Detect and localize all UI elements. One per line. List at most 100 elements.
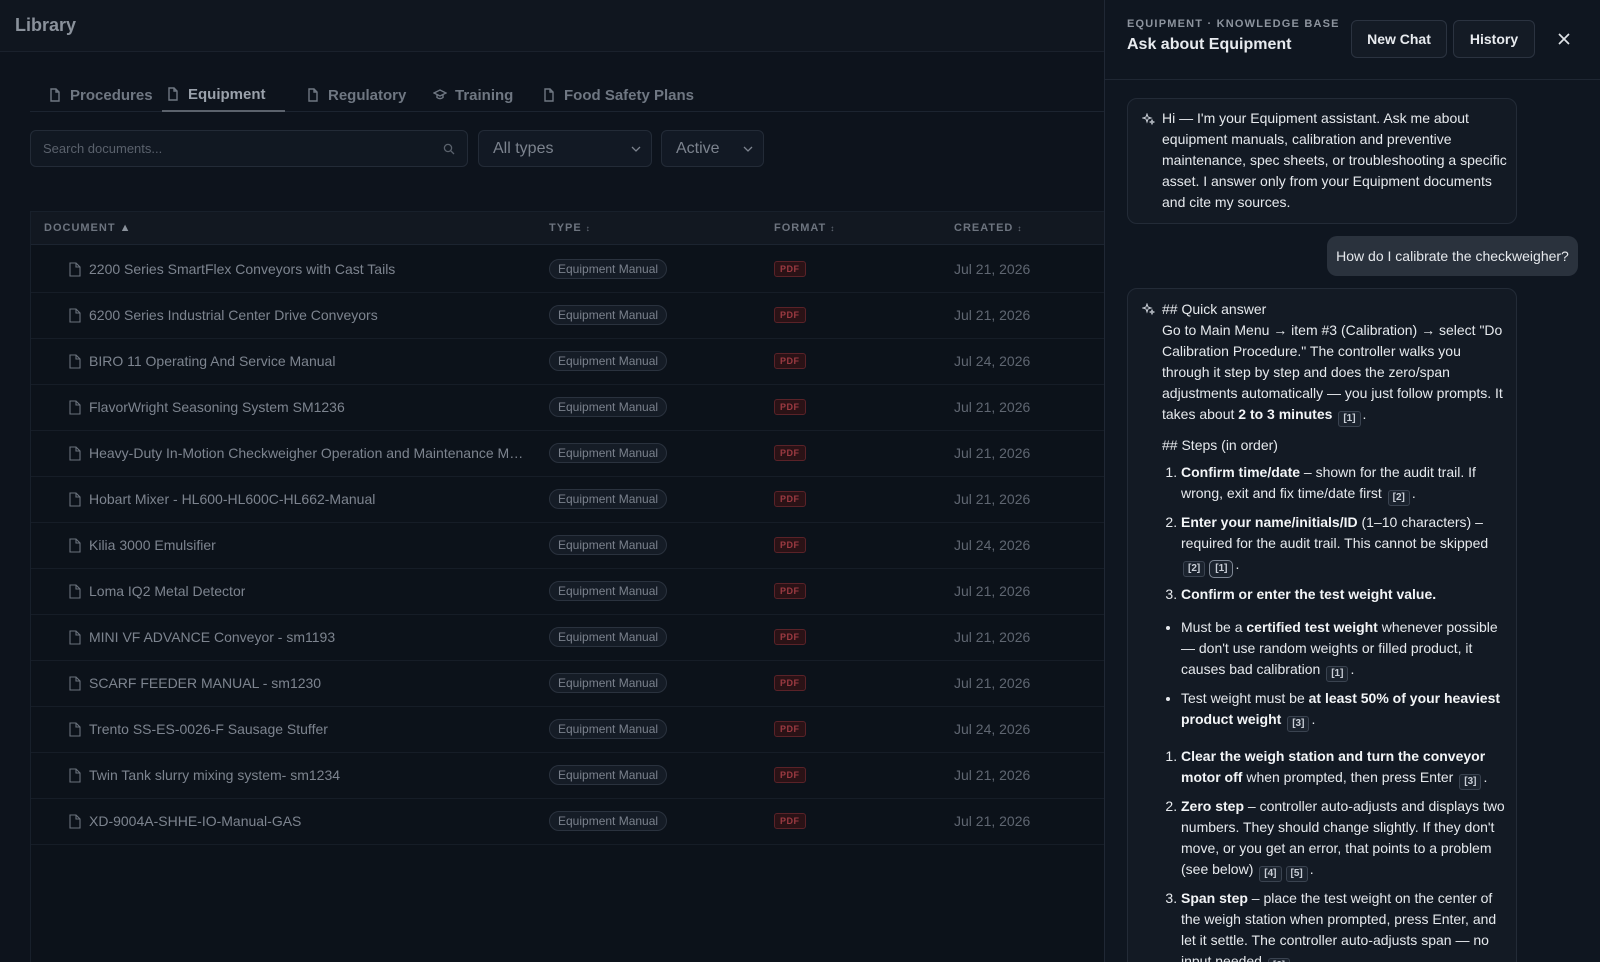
- tab-procedures[interactable]: Procedures: [44, 78, 157, 112]
- citation[interactable]: [3]: [1287, 716, 1310, 732]
- created-date: Jul 21, 2026: [954, 813, 1031, 829]
- tab-training[interactable]: Training: [429, 78, 517, 112]
- table-row[interactable]: XD-9004A-SHHE-IO-Manual-GAS Equipment Man…: [31, 798, 1104, 845]
- item-text: Test weight must be: [1181, 690, 1309, 706]
- document-name[interactable]: Loma IQ2 Metal Detector: [89, 583, 245, 599]
- table-row[interactable]: Kilia 3000 Emulsifier Equipment Manual PDF…: [31, 522, 1104, 569]
- sort-icon: ↕: [1017, 223, 1023, 233]
- status-filter-select[interactable]: Active: [661, 130, 764, 167]
- item-bold: Confirm or enter the test weight value.: [1181, 586, 1437, 602]
- column-header-created[interactable]: CREATED ↕: [954, 222, 1022, 234]
- document-name[interactable]: FlavorWright Seasoning System SM1236: [89, 399, 345, 415]
- table-row[interactable]: SCARF FEEDER MANUAL - sm1230 Equipment Ma…: [31, 660, 1104, 707]
- document-name[interactable]: SCARF FEEDER MANUAL - sm1230: [89, 675, 321, 691]
- table-row[interactable]: MINI VF ADVANCE Conveyor - sm1193 Equipme…: [31, 614, 1104, 661]
- tab-bar: Procedures Equipment Regulatory Training…: [30, 78, 1104, 112]
- table-row[interactable]: Twin Tank slurry mixing system- sm1234 Eq…: [31, 752, 1104, 799]
- item-text: Must be a: [1181, 619, 1247, 635]
- item-bold: Confirm time/date: [1181, 464, 1301, 480]
- table-row[interactable]: Hobart Mixer - HL600-HL600C-HL662-Manual…: [31, 476, 1104, 523]
- table-row[interactable]: Heavy-Duty In-Motion Checkweigher Operat…: [31, 430, 1104, 477]
- type-badge: Equipment Manual: [549, 259, 668, 279]
- citation[interactable]: [6]: [1267, 958, 1291, 962]
- document-name[interactable]: Twin Tank slurry mixing system- sm1234: [89, 767, 340, 783]
- table-row[interactable]: BIRO 11 Operating And Service Manual Equi…: [31, 338, 1104, 385]
- tab-food-safety-plans[interactable]: Food Safety Plans: [538, 78, 698, 112]
- created-date: Jul 21, 2026: [954, 261, 1031, 277]
- column-header-document[interactable]: DOCUMENT ▲: [44, 222, 131, 234]
- format-badge: PDF: [774, 767, 806, 783]
- new-chat-button[interactable]: New Chat: [1351, 20, 1447, 58]
- assistant-greeting-message: Hi — I'm your Equipment assistant. Ask m…: [1127, 98, 1517, 224]
- steps-list: Clear the weigh station and turn the con…: [1162, 746, 1510, 962]
- file-icon: [69, 630, 81, 645]
- created-date: Jul 21, 2026: [954, 583, 1031, 599]
- format-badge: PDF: [774, 261, 806, 277]
- tab-equipment[interactable]: Equipment: [162, 78, 285, 112]
- created-date: Jul 21, 2026: [954, 767, 1031, 783]
- citation[interactable]: [1]: [1209, 560, 1234, 578]
- document-name[interactable]: Kilia 3000 Emulsifier: [89, 537, 216, 553]
- format-badge: PDF: [774, 537, 806, 553]
- type-filter-value: All types: [493, 139, 554, 157]
- type-badge: Equipment Manual: [549, 535, 668, 555]
- citation[interactable]: [5]: [1285, 866, 1308, 882]
- format-badge: PDF: [774, 399, 806, 415]
- table-row[interactable]: 2200 Series SmartFlex Conveyors with Cas…: [31, 246, 1104, 293]
- table-row[interactable]: FlavorWright Seasoning System SM1236 Equi…: [31, 384, 1104, 431]
- document-name[interactable]: Hobart Mixer - HL600-HL600C-HL662-Manual: [89, 491, 375, 507]
- document-icon: [544, 88, 554, 102]
- format-badge: PDF: [774, 491, 806, 507]
- type-badge: Equipment Manual: [549, 351, 668, 371]
- document-name[interactable]: MINI VF ADVANCE Conveyor - sm1193: [89, 629, 335, 645]
- citation[interactable]: [3]: [1459, 774, 1482, 790]
- document-name[interactable]: Heavy-Duty In-Motion Checkweigher Operat…: [89, 445, 529, 461]
- column-header-type[interactable]: TYPE ↕: [549, 222, 591, 234]
- page-title: Library: [15, 15, 77, 35]
- document-name[interactable]: Trento SS-ES-0026-F Sausage Stuffer: [89, 721, 328, 737]
- column-header-format[interactable]: FORMAT ↕: [774, 222, 835, 234]
- document-name[interactable]: BIRO 11 Operating And Service Manual: [89, 353, 335, 369]
- created-date: Jul 21, 2026: [954, 399, 1031, 415]
- item-bold: certified test weight: [1246, 619, 1378, 635]
- chat-title: Ask about Equipment: [1127, 36, 1292, 53]
- sort-icon: ↕: [830, 223, 836, 233]
- column-label: TYPE: [549, 222, 582, 234]
- citation[interactable]: [1]: [1326, 666, 1349, 682]
- citation[interactable]: [1]: [1338, 411, 1361, 427]
- table-header: DOCUMENT ▲ TYPE ↕ FORMAT ↕ CREATED ↕: [31, 212, 1104, 245]
- table-row[interactable]: 6200 Series Industrial Center Drive Conv…: [31, 292, 1104, 339]
- graduation-cap-icon: [433, 89, 447, 100]
- quick-text: Go to Main Menu → item #3 (Calibration) …: [1162, 322, 1503, 422]
- tab-label: Procedures: [70, 86, 153, 104]
- document-name[interactable]: 2200 Series SmartFlex Conveyors with Cas…: [89, 261, 395, 277]
- table-row[interactable]: Loma IQ2 Metal Detector Equipment Manual P…: [31, 568, 1104, 615]
- tab-label: Regulatory: [328, 86, 407, 104]
- created-date: Jul 21, 2026: [954, 491, 1031, 507]
- document-name[interactable]: 6200 Series Industrial Center Drive Conv…: [89, 307, 378, 323]
- table-row[interactable]: Trento SS-ES-0026-F Sausage Stuffer Equip…: [31, 706, 1104, 753]
- type-filter-select[interactable]: All types: [478, 130, 652, 167]
- item-bold: Enter your name/initials/ID: [1181, 514, 1358, 530]
- type-badge: Equipment Manual: [549, 627, 668, 647]
- type-badge: Equipment Manual: [549, 765, 668, 785]
- chat-eyebrow: EQUIPMENT · KNOWLEDGE BASE: [1127, 18, 1340, 30]
- citation[interactable]: [2]: [1183, 561, 1206, 577]
- answer-body: ## Quick answer Go to Main Menu → item #…: [1162, 299, 1510, 962]
- history-button[interactable]: History: [1453, 20, 1535, 58]
- greeting-text: Hi — I'm your Equipment assistant. Ask m…: [1162, 110, 1507, 210]
- file-icon: [69, 492, 81, 507]
- document-name[interactable]: XD-9004A-SHHE-IO-Manual-GAS: [89, 813, 301, 829]
- citation[interactable]: [4]: [1259, 866, 1282, 882]
- assistant-answer-message: ## Quick answer Go to Main Menu → item #…: [1127, 288, 1517, 962]
- close-icon[interactable]: [1553, 28, 1575, 50]
- tab-label: Training: [455, 86, 514, 104]
- format-badge: PDF: [774, 721, 806, 737]
- citation[interactable]: [2]: [1387, 490, 1410, 506]
- tab-regulatory[interactable]: Regulatory: [302, 78, 410, 112]
- type-badge: Equipment Manual: [549, 581, 668, 601]
- step-item: Clear the weigh station and turn the con…: [1181, 746, 1510, 790]
- created-date: Jul 21, 2026: [954, 675, 1031, 691]
- search-input[interactable]: Search documents...: [30, 130, 468, 167]
- format-badge: PDF: [774, 813, 806, 829]
